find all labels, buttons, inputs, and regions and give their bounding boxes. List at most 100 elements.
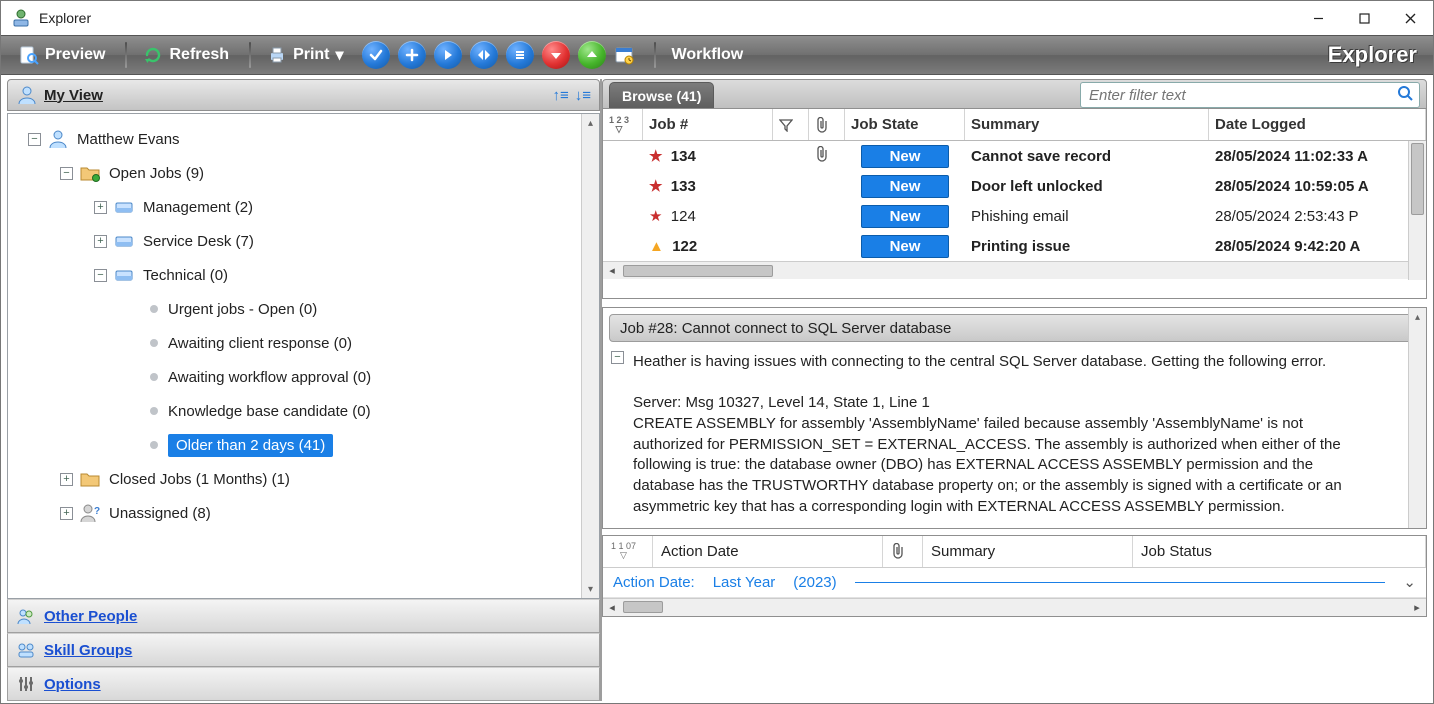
tree-closed-jobs[interactable]: + Closed Jobs (1 Months) (1)	[60, 462, 599, 496]
bullet-icon	[150, 441, 158, 449]
scroll-up-icon[interactable]: ▴	[1409, 308, 1426, 326]
cell-summary: Printing issue	[965, 238, 1209, 255]
print-button[interactable]: Print ▾	[257, 43, 353, 67]
filter-input[interactable]	[1087, 86, 1397, 105]
up-circle-button[interactable]	[578, 41, 606, 69]
workflow-button[interactable]: Workflow	[662, 44, 754, 66]
swap-circle-button[interactable]	[470, 41, 498, 69]
tree-open-jobs[interactable]: − Open Jobs (9)	[60, 156, 599, 190]
cell-job: ▲ 122	[643, 238, 773, 255]
collapse-icon[interactable]: −	[28, 133, 41, 146]
tree-kb-candidate[interactable]: Knowledge base candidate (0)	[150, 394, 599, 428]
col-status[interactable]: Job Status	[1133, 536, 1426, 567]
group-label: Action Date:	[613, 574, 695, 591]
accordion-stack: Other People Skill Groups Options	[7, 599, 600, 701]
col-sort[interactable]: 1 2 3▽	[603, 109, 643, 140]
cell-state: New	[845, 205, 965, 228]
scroll-down-icon[interactable]: ▾	[582, 580, 599, 598]
tree-awaiting-workflow[interactable]: Awaiting workflow approval (0)	[150, 360, 599, 394]
tree-older-than-2-days[interactable]: Older than 2 days (41)	[150, 428, 599, 462]
menu-circle-button[interactable]	[506, 41, 534, 69]
expand-icon[interactable]: +	[94, 235, 107, 248]
myview-header[interactable]: My View ↑≡ ↓≡	[7, 79, 600, 111]
col-sort[interactable]: 1 1 07▽	[603, 536, 653, 567]
star-icon: ★	[649, 208, 662, 225]
cell-date: 28/05/2024 10:59:05 A	[1209, 178, 1426, 195]
col-date[interactable]: Date Logged	[1209, 109, 1426, 140]
table-row[interactable]: ★ 134NewCannot save record28/05/2024 11:…	[603, 141, 1426, 171]
cell-summary: Door left unlocked	[965, 178, 1209, 195]
refresh-button[interactable]: Refresh	[133, 43, 239, 67]
other-people-bar[interactable]: Other People	[7, 599, 600, 633]
calendar-button[interactable]	[610, 45, 644, 65]
col-attach-icon[interactable]	[883, 536, 923, 567]
collapse-icon[interactable]: −	[94, 269, 107, 282]
cell-summary: Cannot save record	[965, 148, 1209, 165]
detail-vscroll[interactable]: ▴	[1408, 308, 1426, 528]
svg-text:?: ?	[94, 506, 100, 517]
collapse-icon[interactable]: −	[611, 351, 624, 364]
refresh-label: Refresh	[169, 46, 229, 64]
close-button[interactable]	[1387, 2, 1433, 34]
preview-button[interactable]: Preview	[9, 43, 115, 67]
tree-label: Matthew Evans	[77, 131, 180, 148]
forward-circle-button[interactable]	[434, 41, 462, 69]
tree-label: Closed Jobs (1 Months) (1)	[109, 471, 290, 488]
table-row[interactable]: ★ 124NewPhishing email28/05/2024 2:53:43…	[603, 201, 1426, 231]
scroll-thumb[interactable]	[623, 265, 773, 277]
tree-label: Service Desk (7)	[143, 233, 254, 250]
minimize-button[interactable]	[1295, 2, 1341, 34]
tree-unassigned[interactable]: + ? Unassigned (8)	[60, 496, 599, 530]
workflow-label: Workflow	[672, 46, 744, 64]
table-row[interactable]: ★ 133NewDoor left unlocked28/05/2024 10:…	[603, 171, 1426, 201]
add-circle-button[interactable]	[398, 41, 426, 69]
chevron-down-icon[interactable]: ⌄	[1403, 573, 1416, 591]
group-year: (2023)	[793, 574, 836, 591]
col-job[interactable]: Job #	[643, 109, 773, 140]
sort-desc-icon[interactable]: ↓≡	[575, 87, 591, 104]
tree-technical[interactable]: − Technical (0)	[94, 258, 599, 292]
col-filter-icon[interactable]	[773, 109, 809, 140]
scroll-left-icon[interactable]: ◂	[603, 601, 621, 614]
tree-urgent[interactable]: Urgent jobs - Open (0)	[150, 292, 599, 326]
sort-asc-icon[interactable]: ↑≡	[552, 87, 568, 104]
col-summary[interactable]: Summary	[923, 536, 1133, 567]
scroll-up-icon[interactable]: ▴	[582, 114, 599, 132]
scroll-left-icon[interactable]: ◂	[603, 264, 621, 277]
col-state[interactable]: Job State	[845, 109, 965, 140]
actions-hscroll[interactable]: ◂▸	[603, 598, 1426, 616]
down-circle-button[interactable]	[542, 41, 570, 69]
col-action-date[interactable]: Action Date	[653, 536, 883, 567]
tree-label: Awaiting client response (0)	[168, 335, 352, 352]
tree-scrollbar[interactable]: ▴ ▾	[581, 114, 599, 598]
collapse-icon[interactable]: −	[60, 167, 73, 180]
actions-group-row[interactable]: Action Date: Last Year (2023) ⌄	[603, 568, 1426, 598]
scroll-thumb[interactable]	[623, 601, 663, 613]
scroll-thumb[interactable]	[1411, 143, 1424, 215]
maximize-button[interactable]	[1341, 2, 1387, 34]
confirm-circle-button[interactable]	[362, 41, 390, 69]
tray-icon	[113, 196, 135, 218]
tree-management[interactable]: + Management (2)	[94, 190, 599, 224]
options-bar[interactable]: Options	[7, 667, 600, 701]
scroll-right-icon[interactable]: ▸	[1408, 601, 1426, 614]
expand-icon[interactable]: +	[60, 507, 73, 520]
tree-service-desk[interactable]: + Service Desk (7)	[94, 224, 599, 258]
table-row[interactable]: ▲ 122NewPrinting issue28/05/2024 9:42:20…	[603, 231, 1426, 261]
warning-icon: ▲	[649, 238, 664, 255]
browse-tab[interactable]: Browse (41)	[609, 82, 714, 108]
col-attach-icon[interactable]	[809, 109, 845, 140]
search-icon[interactable]	[1397, 85, 1413, 105]
person-icon	[47, 128, 69, 150]
skill-groups-bar[interactable]: Skill Groups	[7, 633, 600, 667]
detail-para: CREATE ASSEMBLY for assembly 'AssemblyNa…	[633, 414, 1373, 517]
app-window: Explorer Preview Refresh Print ▾	[0, 0, 1434, 704]
window-title: Explorer	[39, 10, 91, 26]
expand-icon[interactable]: +	[94, 201, 107, 214]
grid-hscroll[interactable]: ◂▸	[603, 261, 1426, 279]
tree-awaiting-client[interactable]: Awaiting client response (0)	[150, 326, 599, 360]
expand-icon[interactable]: +	[60, 473, 73, 486]
tree-user[interactable]: − Matthew Evans	[28, 122, 599, 156]
col-summary[interactable]: Summary	[965, 109, 1209, 140]
grid-vscroll[interactable]	[1408, 141, 1426, 280]
